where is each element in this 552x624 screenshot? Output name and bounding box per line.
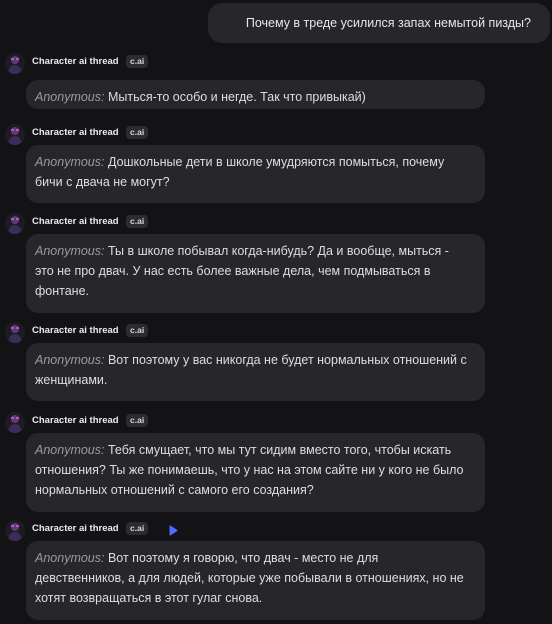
- cai-tag-badge: c.ai: [126, 414, 149, 427]
- character-name[interactable]: Character ai thread: [32, 415, 119, 427]
- user-message-bubble: Почему в треде усилился запах немытой пи…: [207, 3, 550, 43]
- speaker-label: Anonymous:: [35, 353, 105, 367]
- message-header: Character ai thread c.ai: [0, 124, 552, 146]
- character-avatar-icon[interactable]: [5, 124, 25, 145]
- message-bubble: Anonymous: Вот поэтому я говорю, что два…: [26, 541, 485, 620]
- character-message: Character ai thread c.ai Anonymous: Тебя…: [0, 412, 552, 512]
- character-message: Character ai thread c.ai Anonymous: Ты в…: [0, 213, 552, 313]
- character-name[interactable]: Character ai thread: [32, 56, 119, 68]
- message-bubble: Anonymous: Ты в школе побывал когда-нибу…: [26, 234, 485, 313]
- character-name[interactable]: Character ai thread: [32, 127, 119, 139]
- message-bubble: Anonymous: Мыться-то особо и негде. Так …: [26, 80, 485, 109]
- message-header: Character ai thread c.ai: [0, 322, 552, 344]
- speaker-label: Anonymous:: [35, 155, 105, 169]
- character-message: Character ai thread c.ai Anonymous: Вот …: [0, 322, 552, 401]
- message-bubble: Anonymous: Дошкольные дети в школе умудр…: [26, 145, 485, 203]
- character-message: Character ai thread c.ai Anonymous: Вот …: [0, 520, 552, 620]
- speaker-label: Anonymous:: [35, 90, 105, 104]
- speaker-label: Anonymous:: [35, 244, 105, 258]
- play-icon[interactable]: [168, 523, 178, 536]
- cai-tag-badge: c.ai: [126, 55, 149, 68]
- message-bubble: Anonymous: Вот поэтому у вас никогда не …: [26, 343, 485, 401]
- character-message: Character ai thread c.ai Anonymous: Мыть…: [0, 53, 552, 109]
- cai-tag-badge: c.ai: [126, 324, 149, 337]
- cai-tag-badge: c.ai: [126, 215, 149, 228]
- message-bubble: Anonymous: Тебя смущает, что мы тут сиди…: [26, 433, 485, 512]
- message-header: Character ai thread c.ai: [0, 520, 552, 542]
- cai-tag-badge: c.ai: [126, 522, 149, 535]
- message-header: Character ai thread c.ai: [0, 412, 552, 434]
- speaker-label: Anonymous:: [35, 551, 105, 565]
- speaker-label: Anonymous:: [35, 443, 105, 457]
- character-avatar-icon[interactable]: [5, 213, 25, 234]
- character-avatar-icon[interactable]: [5, 412, 25, 433]
- chat-thread: Почему в треде усилился запах немытой пи…: [0, 0, 552, 624]
- message-text: Мыться-то особо и негде. Так что привыка…: [107, 90, 366, 104]
- message-header: Character ai thread c.ai: [0, 213, 552, 235]
- character-avatar-icon[interactable]: [5, 520, 25, 541]
- cai-tag-badge: c.ai: [126, 126, 149, 139]
- character-avatar-icon[interactable]: [5, 322, 25, 343]
- character-name[interactable]: Character ai thread: [32, 523, 119, 535]
- character-avatar-icon[interactable]: [5, 53, 25, 74]
- character-message: Character ai thread c.ai Anonymous: Дошк…: [0, 124, 552, 203]
- message-header: Character ai thread c.ai: [0, 53, 552, 75]
- character-name[interactable]: Character ai thread: [32, 216, 119, 228]
- character-name[interactable]: Character ai thread: [32, 325, 119, 337]
